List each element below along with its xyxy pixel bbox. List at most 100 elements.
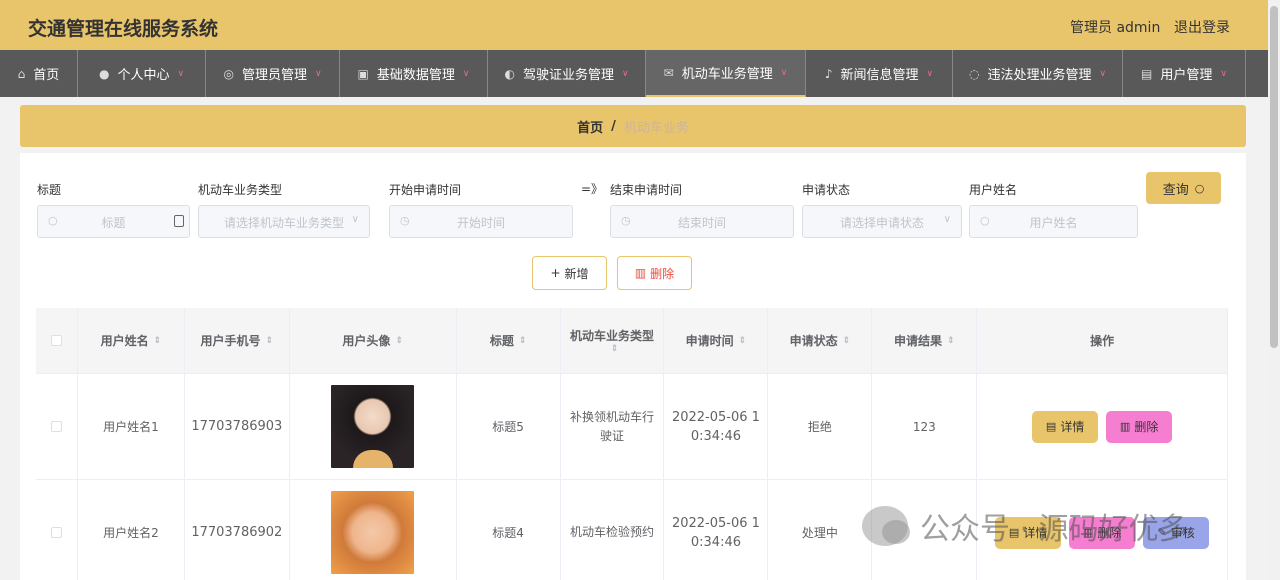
row-checkbox[interactable] (50, 421, 62, 432)
sort-icon[interactable]: ⇕ (843, 336, 851, 346)
sort-icon[interactable]: ⇕ (519, 336, 527, 346)
table-cell: 标题4 (457, 480, 561, 580)
start-time-label: 开始申请时间 (389, 183, 462, 197)
table-cell: 2022-05-06 10:34:46 (664, 374, 769, 479)
status-select[interactable]: 请选择申请状态 ∨ (802, 205, 962, 238)
table-header-row: 用户姓名 ⇕ 用户手机号 ⇕ 用户头像 ⇕ 标题 ⇕ 机动车业务类型 ⇕ 申请时间 ⇕ 申请状态 ⇕ 申请结… (36, 308, 1229, 374)
id-card-icon (174, 215, 184, 227)
mail-icon: ✉ (663, 65, 674, 80)
wechat-icon (862, 506, 910, 546)
cell-type: 机动车检验预约 (570, 525, 655, 539)
title-input[interactable]: ○ 标题 (37, 205, 190, 238)
detail-button[interactable]: ▤ 详情 (1032, 410, 1099, 443)
sort-icon[interactable]: ⇕ (739, 336, 747, 346)
top-header: 交通管理在线服务系统 管理员 admin 退出登录 (0, 0, 1268, 50)
cell-name: 用户姓名2 (103, 526, 159, 540)
column-header[interactable]: 申请状态 ⇕ (768, 308, 873, 373)
column-header-label: 操作 (1090, 334, 1115, 348)
data-icon: ▣ (357, 66, 369, 81)
cell-time: 2022-05-06 10:34:46 (671, 409, 760, 444)
status-label: 申请状态 (802, 183, 851, 197)
type-select[interactable]: 请选择机动车业务类型 ∨ (198, 205, 370, 238)
cell-phone: 17703786903 (191, 419, 283, 434)
admin-username: 管理员 admin (1070, 20, 1161, 36)
sort-icon[interactable]: ⇕ (395, 336, 403, 346)
table-cell (290, 480, 457, 580)
column-header-label: 用户手机号 (200, 334, 261, 348)
breadcrumb-home[interactable]: 首页 (577, 117, 603, 136)
chevron-down-icon: ∨ (1099, 68, 1107, 79)
cell-name: 用户姓名1 (103, 420, 159, 434)
breadcrumb-separator: / (611, 118, 616, 134)
detail-button-label: 详情 (1060, 420, 1085, 434)
add-button[interactable]: + 新增 (532, 256, 607, 290)
page-scrollbar[interactable] (1268, 0, 1280, 580)
watermark-text: 公众号 · 源码好优多 (920, 512, 1189, 547)
nav-item-0[interactable]: ⌂ 首页 (0, 50, 78, 97)
table-cell: 123 (872, 374, 978, 479)
nav-item-8[interactable]: ▤ 用户管理 ∨ (1123, 50, 1246, 97)
delete-button[interactable]: ▥ 删除 (1106, 410, 1173, 443)
status-placeholder: 请选择申请状态 (839, 216, 924, 230)
table-cell: 17703786903 (185, 374, 290, 479)
table-cell: 用户姓名1 (78, 374, 185, 479)
cell-title: 标题5 (492, 420, 524, 434)
app-title: 交通管理在线服务系统 (28, 18, 219, 40)
cell-result: 123 (912, 419, 936, 434)
column-header[interactable]: 申请时间 ⇕ (664, 308, 769, 373)
type-label: 机动车业务类型 (198, 183, 283, 197)
sort-icon[interactable]: ⇕ (154, 336, 162, 346)
table-row: 用户姓名1 17703786903 标题5 补换领机动车行驶证 2022-05-06 1… (36, 374, 1229, 480)
column-header[interactable]: 用户手机号 ⇕ (185, 308, 290, 373)
row-select-cell (36, 374, 78, 479)
select-all-checkbox[interactable] (50, 335, 62, 346)
home-icon: ⌂ (17, 66, 26, 81)
add-button-label: 新增 (564, 266, 589, 281)
nav-item-label: 管理员管理 (241, 68, 307, 83)
cell-title: 标题4 (492, 526, 524, 540)
end-time-picker[interactable]: ◷ 结束时间 (610, 205, 794, 238)
chevron-down-icon: ∨ (1220, 68, 1227, 79)
delete-button-label: 删除 (1134, 420, 1159, 434)
nav-item-5[interactable]: ✉ 机动车业务管理 ∨ (646, 50, 806, 97)
doc-icon: ▤ (1141, 66, 1153, 81)
nav-item-6[interactable]: ♪ 新闻信息管理 ∨ (806, 50, 953, 97)
column-header-label: 申请时间 (685, 334, 734, 348)
detail-icon: ▤ (1045, 420, 1057, 433)
nav-item-label: 首页 (33, 68, 60, 83)
table-cell: 机动车检验预约 (561, 480, 665, 580)
power-icon: ◌ (968, 66, 980, 81)
chevron-down-icon: ∨ (351, 214, 359, 225)
sort-icon[interactable]: ⇕ (266, 336, 274, 346)
nav-item-1[interactable]: ● 个人中心 ∨ (78, 50, 206, 97)
column-header[interactable]: 标题 ⇕ (457, 308, 561, 373)
query-button-label: 查询 (1162, 182, 1189, 198)
title-placeholder: 标题 (101, 216, 126, 230)
admin-icon: ◎ (223, 66, 234, 81)
scrollbar-thumb[interactable] (1270, 6, 1278, 348)
nav-item-2[interactable]: ◎ 管理员管理 ∨ (206, 50, 340, 97)
select-all-cell (36, 308, 78, 373)
column-header[interactable]: 申请结果 ⇕ (872, 308, 978, 373)
nav-item-label: 驾驶证业务管理 (522, 68, 614, 83)
nav-item-3[interactable]: ▣ 基础数据管理 ∨ (340, 50, 488, 97)
nav-item-label: 用户管理 (1160, 68, 1213, 83)
table-cell: 标题5 (457, 374, 561, 479)
table-cell (290, 374, 457, 479)
column-header[interactable]: 机动车业务类型 ⇕ (561, 308, 665, 373)
logout-link[interactable]: 退出登录 (1174, 17, 1230, 37)
trash-icon: ▥ (634, 266, 647, 280)
query-button[interactable]: 查询 ○ (1146, 172, 1221, 204)
batch-delete-button[interactable]: ▥ 删除 (617, 256, 692, 290)
row-checkbox[interactable] (50, 527, 62, 538)
column-header[interactable]: 用户姓名 ⇕ (78, 308, 185, 373)
chevron-down-icon: ∨ (780, 67, 788, 78)
sort-icon[interactable]: ⇕ (947, 336, 955, 346)
sort-icon[interactable]: ⇕ (611, 344, 619, 354)
nav-item-7[interactable]: ◌ 违法处理业务管理 ∨ (953, 50, 1123, 97)
username-input[interactable]: ○ 用户姓名 (969, 205, 1138, 238)
column-header[interactable]: 用户头像 ⇕ (290, 308, 457, 373)
nav-item-4[interactable]: ◐ 驾驶证业务管理 ∨ (488, 50, 646, 97)
watermark: 公众号 · 源码好优多 (862, 504, 1189, 548)
start-time-picker[interactable]: ◷ 开始时间 (389, 205, 573, 238)
